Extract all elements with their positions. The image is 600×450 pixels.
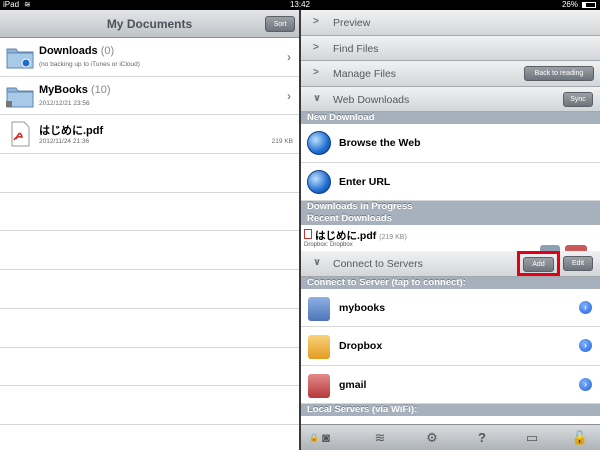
- gear-icon[interactable]: ⚙: [421, 429, 443, 447]
- server-label: gmail: [339, 378, 367, 391]
- band-connect-to-server: Connect to Server (tap to connect):: [301, 276, 600, 289]
- empty-row: [0, 270, 299, 309]
- page-title: My Documents: [106, 17, 193, 31]
- clock: 13:42: [289, 0, 311, 9]
- server-item-gmail[interactable]: gmail ›: [301, 365, 600, 404]
- section-label: Find Files: [333, 42, 379, 55]
- documents-list: Downloads (0) (no backing up to iTunes o…: [0, 38, 299, 425]
- item-date: 2012/12/21 23:56: [39, 99, 90, 107]
- tools-pane: > Preview > Find Files > Manage Files Ba…: [301, 10, 600, 450]
- empty-row: [0, 193, 299, 232]
- band-local-servers: Local Servers (via WiFi):: [301, 404, 600, 416]
- enter-url-item[interactable]: Enter URL: [301, 162, 600, 201]
- section-manage-files[interactable]: > Manage Files Back to reading: [301, 61, 600, 87]
- item-label: Browse the Web: [339, 137, 421, 149]
- item-title: はじめに.pdf: [39, 125, 104, 138]
- locked-folder-icon: [6, 83, 34, 109]
- sort-button[interactable]: Sort: [265, 16, 295, 32]
- help-icon[interactable]: ?: [471, 429, 493, 447]
- server-label: Dropbox: [339, 340, 383, 352]
- cloud-folder-icon: [6, 44, 34, 70]
- dropbox-icon: [308, 335, 330, 359]
- list-item-pdf[interactable]: はじめに.pdf 2012/11/24 21:36 219 KB: [0, 115, 299, 155]
- add-server-button[interactable]: Add: [523, 257, 554, 272]
- documents-header: My Documents Sort: [0, 10, 299, 38]
- recent-download-item[interactable]: はじめに.pdf (219 KB) Dropbox: Dropbox: [301, 225, 600, 251]
- empty-row: [0, 309, 299, 348]
- chevron-down-icon: ∨: [313, 257, 322, 268]
- item-count: (10): [90, 83, 111, 96]
- item-date: 2012/11/24 21:36: [39, 138, 90, 146]
- recent-size: (219 KB): [379, 234, 407, 241]
- globe-icon: [307, 131, 331, 155]
- item-title: MyBooks: [39, 83, 88, 96]
- chevron-down-icon: ∨: [313, 92, 322, 104]
- server-label: mybooks: [339, 301, 386, 314]
- server-item-mybooks[interactable]: mybooks ›: [301, 288, 600, 327]
- back-to-reading-button[interactable]: Back to reading: [524, 66, 594, 81]
- globe-icon: [307, 169, 331, 194]
- detail-disclosure-icon[interactable]: ›: [579, 339, 592, 352]
- empty-row: [0, 348, 299, 387]
- section-web-downloads[interactable]: ∨ Web Downloads Sync: [301, 86, 600, 112]
- item-subtitle: (no backing up to iTunes or iCloud): [39, 61, 140, 68]
- gmail-icon: [308, 373, 330, 398]
- bottom-toolbar: 🔒 ◙ ≋ ⚙ ? ▭ 🔓: [301, 424, 600, 450]
- item-size: 219 KB: [271, 138, 293, 146]
- pdf-file-icon: [6, 121, 34, 147]
- section-label: Connect to Servers: [333, 258, 423, 270]
- recent-name: はじめに.pdf: [315, 230, 377, 242]
- documents-pane: My Documents Sort Downloads (0) (no back…: [0, 10, 299, 450]
- empty-row: [0, 386, 299, 425]
- item-label: Enter URL: [339, 175, 391, 188]
- battery-percent: 26%: [561, 0, 578, 9]
- section-label: Web Downloads: [333, 93, 410, 106]
- camera-icon[interactable]: ◙: [315, 429, 337, 447]
- list-item-mybooks[interactable]: MyBooks (10) 2012/12/21 23:56 ›: [0, 77, 299, 116]
- section-label: Manage Files: [333, 68, 397, 80]
- item-title: Downloads: [39, 45, 98, 57]
- section-label: Preview: [333, 17, 371, 29]
- detail-disclosure-icon[interactable]: ›: [579, 377, 592, 391]
- empty-row: [0, 154, 299, 193]
- battery-icon: [582, 2, 596, 8]
- display-icon[interactable]: ▭: [521, 429, 543, 447]
- wifi-icon[interactable]: ≋: [369, 429, 391, 447]
- recent-source: Dropbox: Dropbox: [304, 242, 353, 248]
- detail-disclosure-icon[interactable]: ›: [579, 300, 592, 314]
- chevron-right-icon: >: [313, 41, 319, 53]
- empty-row: [0, 231, 299, 271]
- chevron-right-icon: >: [313, 67, 319, 78]
- band-recent-downloads: Recent Downloads: [301, 213, 600, 225]
- hard-drive-icon: [308, 296, 330, 321]
- item-count: (0): [100, 45, 115, 57]
- edit-button[interactable]: Edit: [563, 256, 593, 271]
- sync-button[interactable]: Sync: [563, 91, 593, 107]
- chevron-right-icon: >: [313, 16, 319, 27]
- pdf-icon: [304, 229, 312, 239]
- section-preview[interactable]: > Preview: [301, 10, 600, 36]
- list-item-downloads[interactable]: Downloads (0) (no backing up to iTunes o…: [0, 38, 299, 77]
- chevron-right-icon: ›: [287, 50, 291, 64]
- lock-icon[interactable]: 🔓: [569, 429, 591, 447]
- section-find-files[interactable]: > Find Files: [301, 35, 600, 61]
- browse-web-item[interactable]: Browse the Web: [301, 124, 600, 163]
- chevron-right-icon: ›: [287, 88, 291, 103]
- band-new-download: New Download: [301, 112, 600, 124]
- server-item-dropbox[interactable]: Dropbox ›: [301, 327, 600, 366]
- add-button-highlight: Add: [517, 251, 560, 276]
- band-downloads-in-progress: Downloads in Progress: [301, 201, 600, 213]
- section-connect-to-servers[interactable]: ∨ Connect to Servers Add Edit: [301, 251, 600, 277]
- status-bar: iPad ≋ 13:42 26%: [0, 0, 600, 10]
